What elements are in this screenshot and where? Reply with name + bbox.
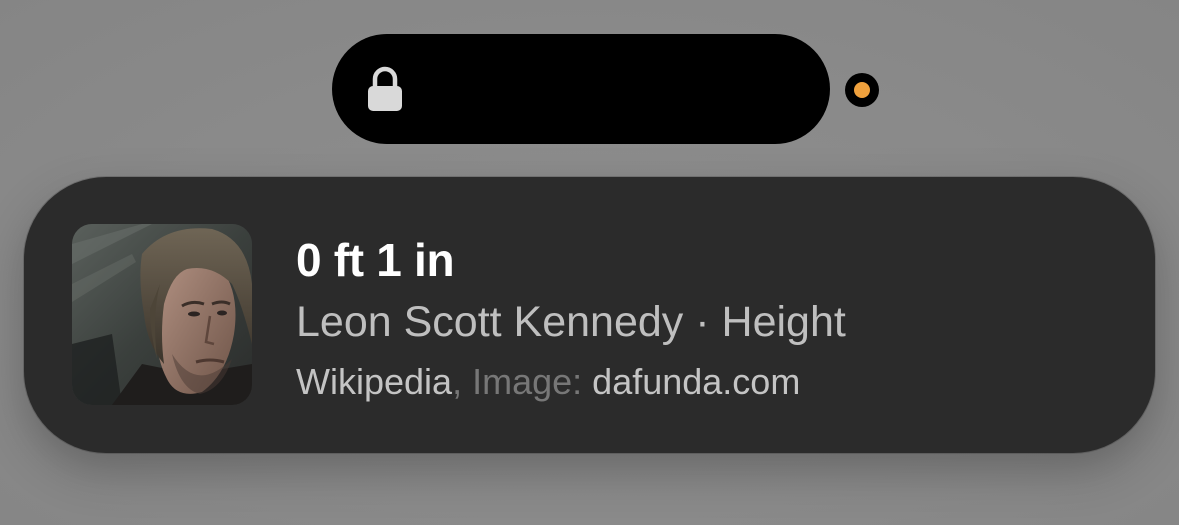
subject-name: Leon Scott Kennedy (296, 298, 684, 346)
dynamic-island (332, 34, 830, 144)
lock-icon (366, 66, 404, 112)
subtitle-separator: · (695, 298, 710, 346)
privacy-indicator-dot (845, 73, 879, 107)
subject-attribute: Height (721, 298, 846, 346)
result-headline: 0 ft 1 in (296, 234, 455, 286)
source-link[interactable]: Wikipedia (296, 361, 452, 402)
result-source-line: Wikipedia, Image: dafunda.com (296, 361, 800, 403)
knowledge-result-card[interactable]: 0 ft 1 in Leon Scott Kennedy · Height Wi… (24, 177, 1155, 453)
privacy-indicator-light (854, 82, 870, 98)
image-credit-label: Image: (472, 361, 583, 402)
character-portrait-thumbnail (72, 224, 252, 405)
result-subtitle: Leon Scott Kennedy · Height (296, 298, 846, 347)
image-credit-link[interactable]: dafunda.com (592, 361, 800, 402)
source-separator: , (452, 361, 463, 402)
